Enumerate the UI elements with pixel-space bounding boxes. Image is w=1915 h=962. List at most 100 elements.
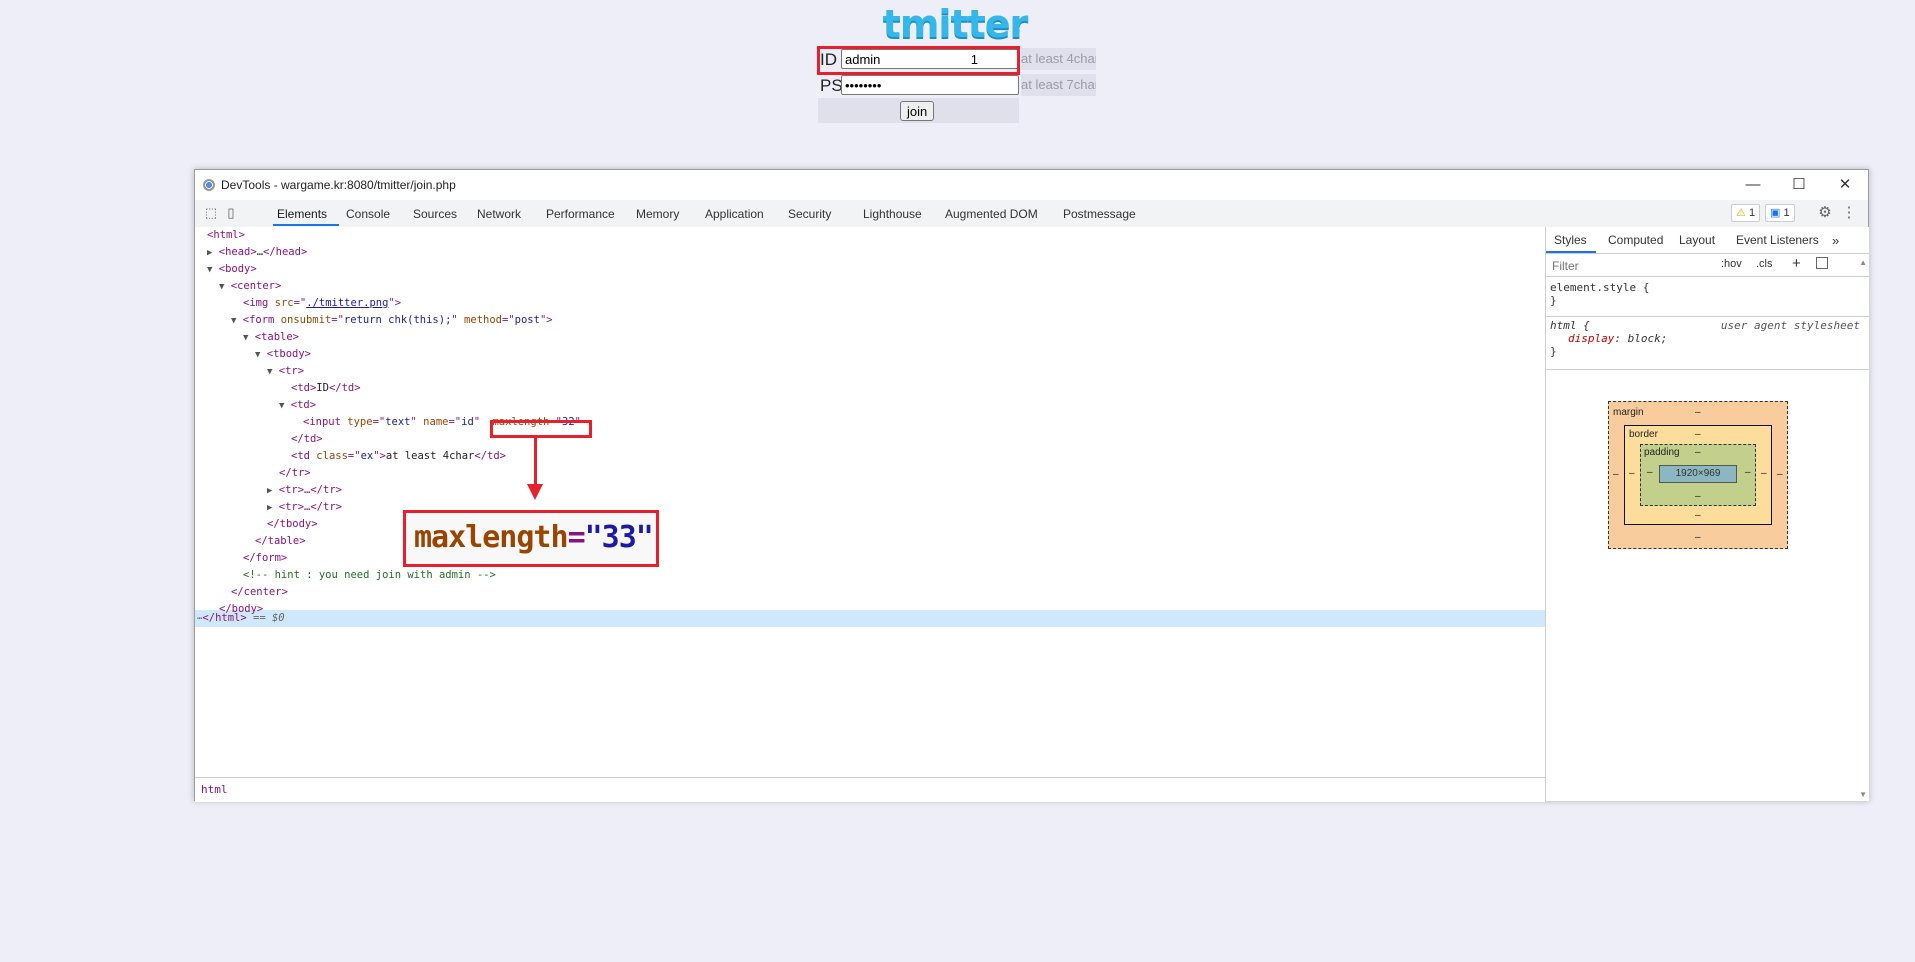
border-bottom-value[interactable]: – <box>1695 510 1701 521</box>
dom-node-table-close[interactable]: </table> <box>255 533 306 550</box>
settings-gear-icon[interactable]: ⚙ <box>1817 205 1833 221</box>
dom-node-td-id[interactable]: <td>ID</td> <box>291 380 361 397</box>
padding-bottom-value[interactable]: – <box>1695 491 1701 502</box>
collapse-arrow-icon[interactable]: ▼ <box>219 282 224 292</box>
more-options-icon[interactable]: ⋮ <box>1841 205 1857 221</box>
dom-node-body[interactable]: ▼ <body> <box>207 261 257 278</box>
box-model-border[interactable]: border – – – – padding – – – – 1920×969 <box>1624 425 1772 525</box>
warnings-count: 1 <box>1748 207 1756 219</box>
margin-left-value[interactable]: – <box>1613 469 1619 480</box>
expand-arrow-icon[interactable]: ▶ <box>207 248 212 258</box>
collapse-arrow-icon[interactable]: ▼ <box>255 350 260 360</box>
box-model-margin[interactable]: margin – – – – border – – – – padding – … <box>1608 401 1788 549</box>
new-rule-plus-icon[interactable]: + <box>1792 255 1801 272</box>
tab-computed[interactable]: Computed <box>1608 233 1663 247</box>
dom-node-tbody-close[interactable]: </tbody> <box>267 516 318 533</box>
sidebar-toggle-icon[interactable] <box>1816 257 1828 269</box>
minimize-button[interactable]: — <box>1730 170 1776 200</box>
scroll-up-arrow-icon[interactable]: ▲ <box>1859 258 1867 267</box>
device-toolbar-icon[interactable]: ▯ <box>223 205 239 221</box>
tab-postmessage[interactable]: Postmessage <box>1063 207 1136 221</box>
dom-node-tr-collapsed[interactable]: ▶ <tr>…</tr> <box>267 499 342 516</box>
box-model-content-size[interactable]: 1920×969 <box>1659 465 1737 483</box>
rule-close-brace: } <box>1550 345 1557 358</box>
dom-node-tr-collapsed[interactable]: ▶ <tr>…</tr> <box>267 482 342 499</box>
hover-state-toggle[interactable]: :hov <box>1721 258 1742 270</box>
devtools-tabbar: ⬚ ▯ Elements Console Sources Network Per… <box>195 200 1868 228</box>
dom-node-head[interactable]: ▶ <head>…</head> <box>207 244 307 261</box>
tag-text: <body> <box>218 263 257 275</box>
tab-lighthouse[interactable]: Lighthouse <box>863 207 922 221</box>
messages-badge[interactable]: ▣ 1 <box>1765 204 1795 222</box>
chrome-icon <box>203 179 215 191</box>
attr-link[interactable]: ./tmitter.png <box>306 297 388 309</box>
styles-filter-input[interactable] <box>1550 256 1719 275</box>
dom-node-tr[interactable]: ▼ <tr> <box>267 363 304 380</box>
console-ref: == $0 <box>253 612 285 624</box>
dom-node-tbody[interactable]: ▼ <tbody> <box>255 346 311 363</box>
tab-security[interactable]: Security <box>788 207 831 221</box>
collapse-arrow-icon[interactable]: ▼ <box>243 333 248 343</box>
padding-label: padding <box>1644 447 1680 458</box>
breadcrumb-item-html[interactable]: html <box>201 783 228 796</box>
warnings-badge[interactable]: ⚠ 1 <box>1731 204 1761 222</box>
tab-performance[interactable]: Performance <box>546 207 615 221</box>
join-button[interactable]: join <box>900 101 935 121</box>
attr-value: id <box>461 416 474 428</box>
collapse-arrow-icon[interactable]: ▼ <box>279 401 284 411</box>
element-style-rule[interactable]: element.style { } <box>1550 281 1649 307</box>
tab-layout[interactable]: Layout <box>1679 233 1715 247</box>
collapse-arrow-icon[interactable]: ▼ <box>207 265 212 275</box>
padding-left-value[interactable]: – <box>1647 467 1653 478</box>
margin-bottom-value[interactable]: – <box>1695 532 1701 543</box>
padding-right-value[interactable]: – <box>1745 467 1751 478</box>
dom-node-td-ex[interactable]: <td class="ex">at least 4char</td> <box>291 448 506 465</box>
dom-node-html-close[interactable]: ⋯</html> == $0 <box>197 610 285 627</box>
dom-node-form[interactable]: ▼ <form onsubmit="return chk(this);" met… <box>231 312 553 329</box>
dom-node-table[interactable]: ▼ <table> <box>243 329 299 346</box>
id-row-highlight-box <box>817 46 1020 75</box>
margin-top-value[interactable]: – <box>1695 407 1701 418</box>
html-ua-rule[interactable]: html {user agent stylesheet display: blo… <box>1550 319 1860 358</box>
messages-count: 1 <box>1783 207 1790 219</box>
maximize-button[interactable]: ☐ <box>1776 170 1822 200</box>
expand-arrow-icon[interactable]: ▶ <box>267 486 272 496</box>
margin-right-value[interactable]: – <box>1777 469 1783 480</box>
padding-top-value[interactable]: – <box>1695 447 1701 458</box>
dom-node-center[interactable]: ▼ <center> <box>219 278 281 295</box>
dom-node-form-close[interactable]: </form> <box>243 550 287 567</box>
expand-arrow-icon[interactable]: ▶ <box>267 503 272 513</box>
box-model-padding[interactable]: padding – – – – 1920×969 <box>1640 444 1756 506</box>
dom-node-img[interactable]: <img src="./tmitter.png"> <box>243 295 401 312</box>
tab-styles[interactable]: Styles <box>1554 233 1587 247</box>
dom-node-td-close[interactable]: </td> <box>291 431 323 448</box>
dom-node-tr-close[interactable]: </tr> <box>279 465 311 482</box>
scroll-down-arrow-icon[interactable]: ▼ <box>1859 790 1867 799</box>
border-top-value[interactable]: – <box>1695 429 1701 440</box>
tab-sources[interactable]: Sources <box>413 207 457 221</box>
tag-text: <tr> <box>278 365 305 377</box>
close-button[interactable]: ✕ <box>1822 170 1868 200</box>
tab-elements[interactable]: Elements <box>277 207 327 221</box>
collapse-arrow-icon[interactable]: ▼ <box>267 367 272 377</box>
dom-node-html[interactable]: <html> <box>207 227 245 244</box>
inspect-element-icon[interactable]: ⬚ <box>203 205 219 221</box>
tab-event-listeners[interactable]: Event Listeners <box>1736 233 1819 247</box>
more-tabs-icon[interactable]: » <box>1832 233 1839 248</box>
dom-node-center-close[interactable]: </center> <box>231 584 288 601</box>
margin-label: margin <box>1613 407 1644 418</box>
tab-augmented-dom[interactable]: Augmented DOM <box>945 207 1038 221</box>
tag-text: </td> <box>291 433 323 445</box>
dom-node-comment[interactable]: <!-- hint : you need join with admin --> <box>243 567 496 584</box>
border-left-value[interactable]: – <box>1629 468 1635 479</box>
dom-node-td[interactable]: ▼ <td> <box>279 397 316 414</box>
tab-application[interactable]: Application <box>705 207 764 221</box>
ps-input[interactable] <box>841 75 1019 95</box>
class-toggle[interactable]: .cls <box>1756 258 1773 270</box>
tab-memory[interactable]: Memory <box>636 207 679 221</box>
breadcrumb: html <box>195 777 1545 802</box>
collapse-arrow-icon[interactable]: ▼ <box>231 316 236 326</box>
tab-console[interactable]: Console <box>346 207 390 221</box>
border-right-value[interactable]: – <box>1761 468 1767 479</box>
tab-network[interactable]: Network <box>477 207 521 221</box>
